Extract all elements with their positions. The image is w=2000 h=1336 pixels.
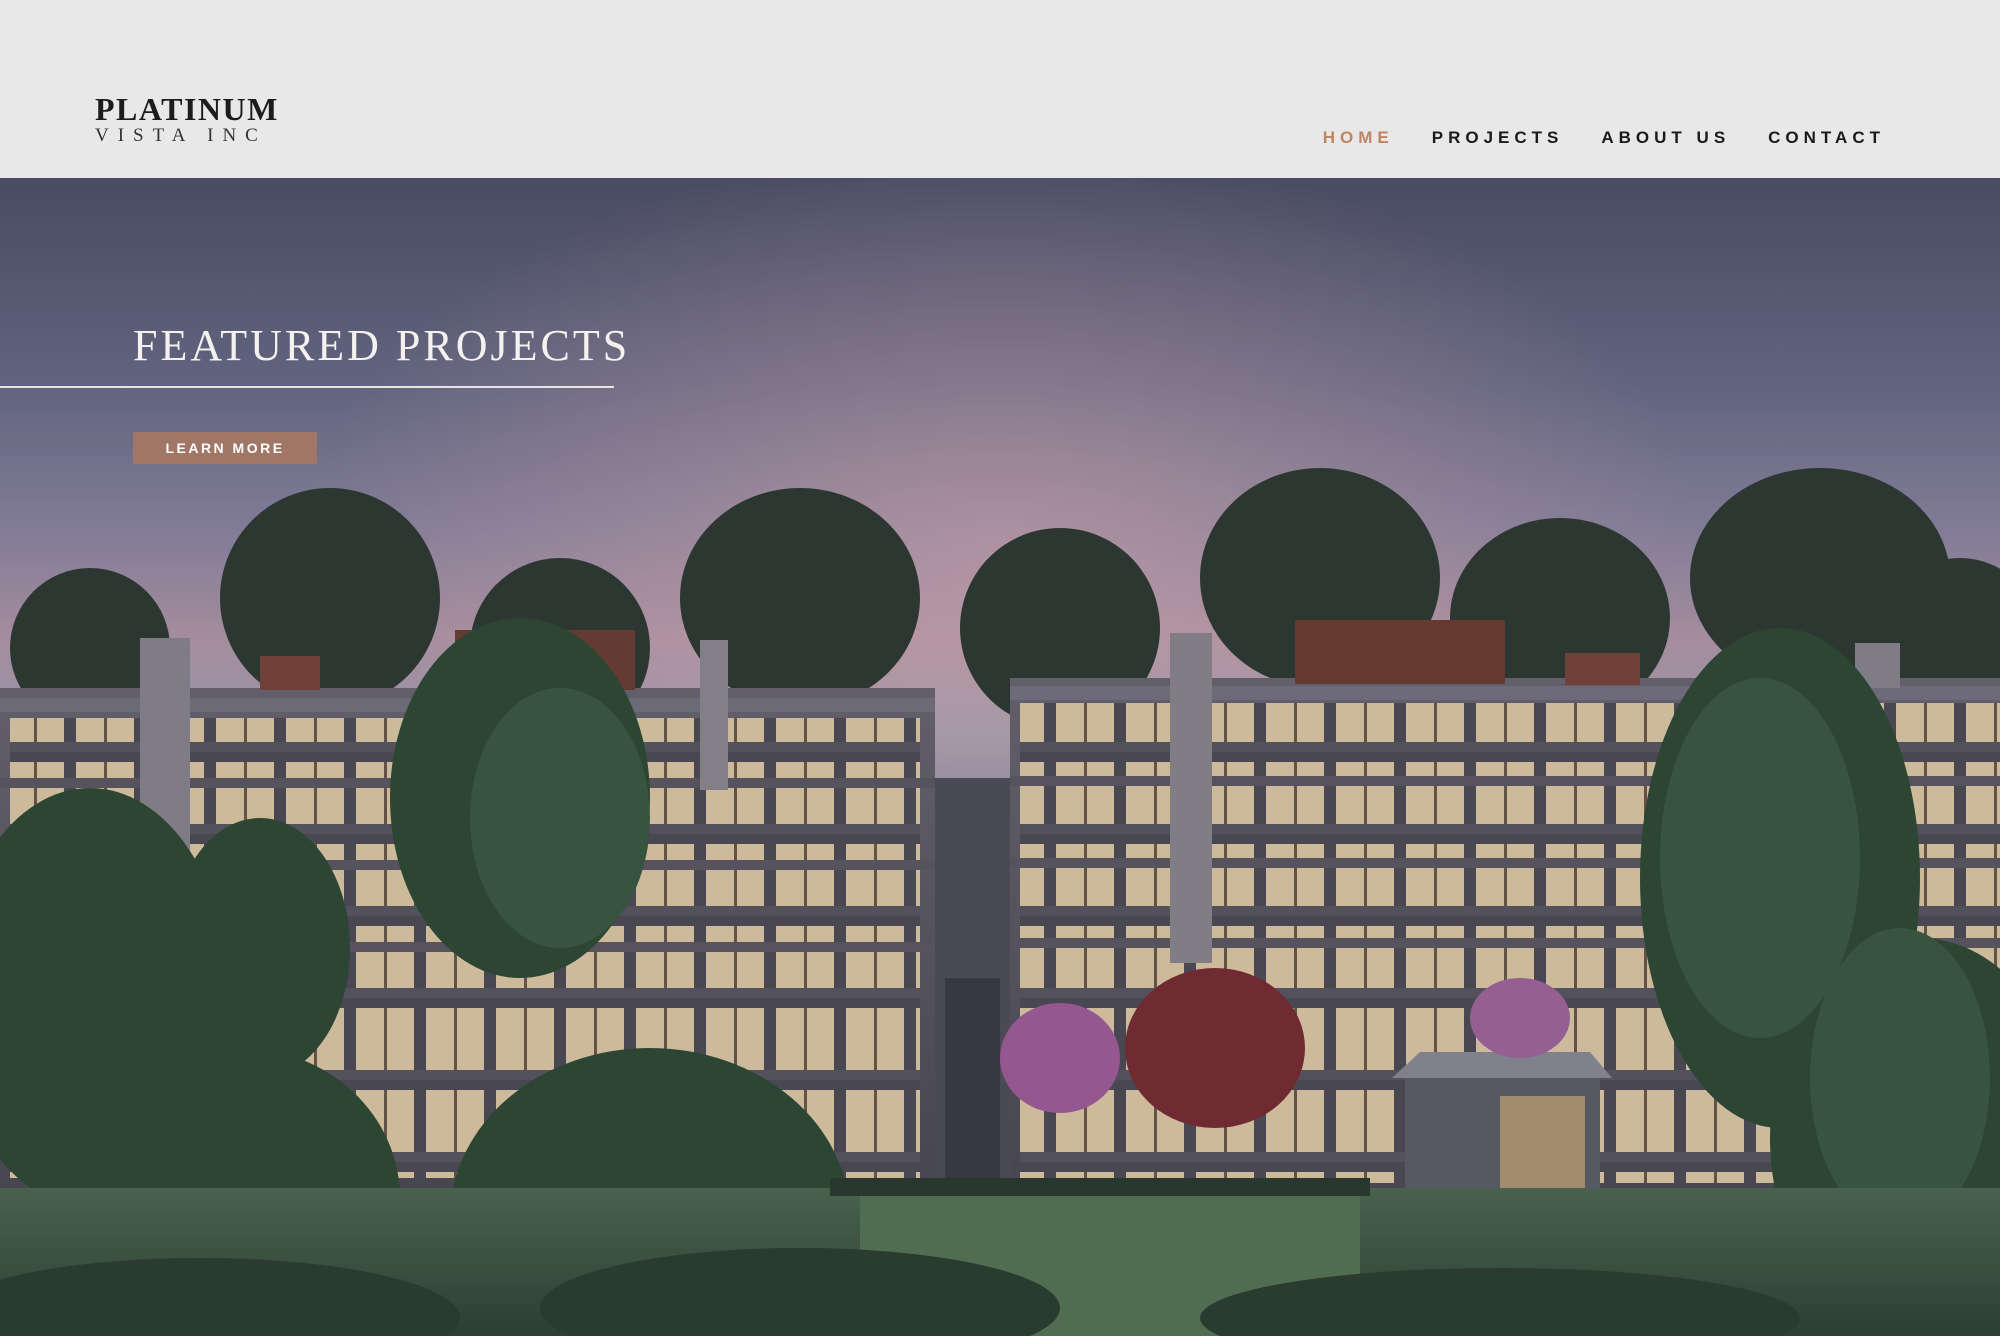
hero-title: FEATURED PROJECTS [133,321,631,370]
hero-divider [0,386,614,388]
logo-subtitle: VISTA INC [95,125,267,146]
main-nav: HOME PROJECTS ABOUT US CONTACT [1285,128,1885,148]
logo-wordmark: PLATINUM [95,91,279,127]
nav-item-home[interactable]: HOME [1323,128,1394,148]
nav-item-contact[interactable]: CONTACT [1768,128,1885,148]
nav-item-about-us[interactable]: ABOUT US [1601,128,1730,148]
site-logo[interactable]: PLATINUM VISTA INC [95,91,279,146]
learn-more-button[interactable]: LEARN MORE [133,432,317,464]
hero-banner: FEATURED PROJECTS LEARN MORE [0,178,2000,1336]
site-header: PLATINUM VISTA INC HOME PROJECTS ABOUT U… [0,0,2000,178]
nav-item-projects[interactable]: PROJECTS [1432,128,1564,148]
